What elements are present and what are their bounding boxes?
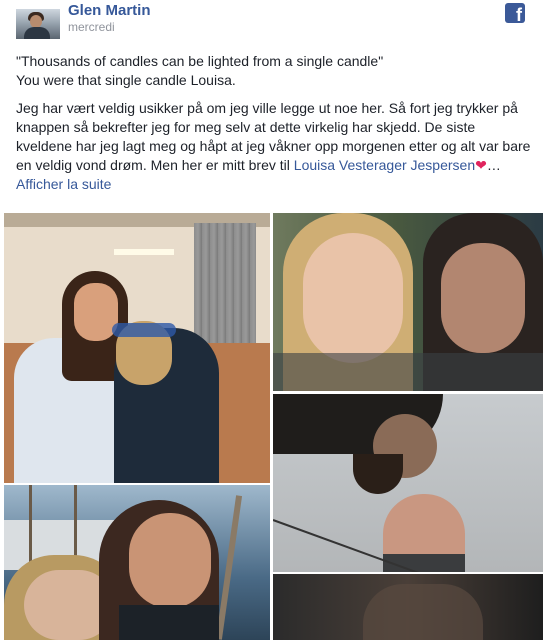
- facebook-logo-icon[interactable]: f: [505, 3, 525, 23]
- photo-upside-down-faces[interactable]: [273, 394, 543, 572]
- photo-grid: [0, 213, 543, 640]
- author-avatar[interactable]: [16, 9, 60, 39]
- author-name[interactable]: Glen Martin: [68, 2, 151, 19]
- see-more-link[interactable]: Afficher la suite: [16, 176, 111, 192]
- post-date[interactable]: mercredi: [68, 20, 115, 34]
- post-paragraph: Jeg har vært veldig usikker på om jeg vi…: [16, 99, 531, 194]
- photo-dark-cropped[interactable]: [273, 574, 543, 640]
- post-text: "Thousands of candles can be lighted fro…: [16, 52, 531, 203]
- ellipsis: …: [486, 157, 501, 173]
- mention-link[interactable]: Louisa Vesterager Jespersen: [294, 157, 475, 173]
- photo-couple-hug[interactable]: [4, 213, 270, 483]
- post-header: Glen Martin mercredi f: [0, 0, 543, 48]
- photo-selfie-blurry[interactable]: [273, 213, 543, 391]
- quote-line-2: You were that single candle Louisa.: [16, 72, 236, 88]
- photo-harbor-selfie[interactable]: [4, 485, 270, 640]
- quote-line-1: "Thousands of candles can be lighted fro…: [16, 53, 384, 69]
- heart-emoji-icon: ❤: [475, 157, 487, 173]
